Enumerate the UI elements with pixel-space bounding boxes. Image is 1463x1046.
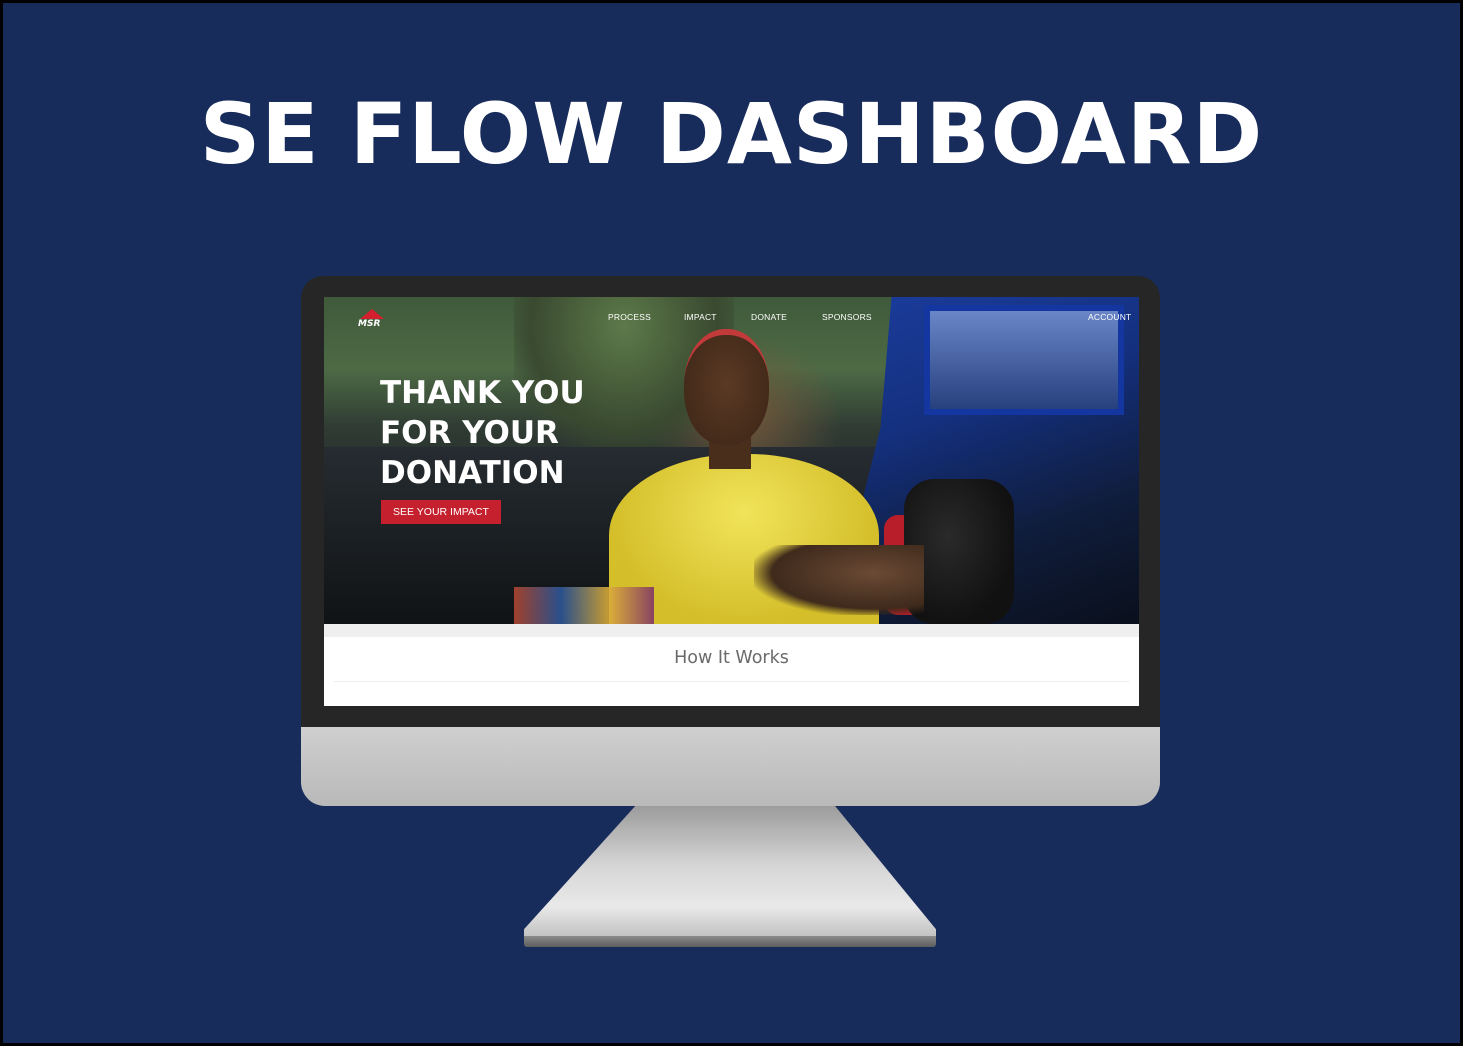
msr-logo-icon[interactable]: MSR [354,309,396,335]
nav-impact[interactable]: IMPACT [684,312,717,322]
page-title: SE FLOW DASHBOARD [199,85,1264,183]
monitor-stand-base [524,936,936,947]
nav-process[interactable]: PROCESS [608,312,651,322]
nav-sponsors[interactable]: SPONSORS [822,312,872,322]
how-it-works-heading: How It Works [674,648,789,668]
hero-section: MSR PROCESS IMPACT DONATE SPONSORS ACCOU… [324,297,1139,624]
nav-donate[interactable]: DONATE [751,312,787,322]
nav-account[interactable]: ACCOUNT [1088,312,1131,322]
see-your-impact-button[interactable]: SEE YOUR IMPACT [381,500,501,524]
logo-roof-shape [360,309,384,319]
hero-title-line: FOR YOUR [380,415,559,451]
section-rule [334,681,1129,682]
hero-photo-cloth [514,587,654,624]
logo-text: MSR [358,319,381,329]
hero-title: THANK YOU FOR YOUR DONATION [380,373,585,493]
hero-title-line: DONATION [380,455,565,491]
hero-photo-face [684,329,769,445]
hero-photo-baby [754,545,924,615]
hero-title-line: THANK YOU [380,375,585,411]
monitor-chin [301,727,1160,806]
section-divider [324,624,1139,637]
website-screen: MSR PROCESS IMPACT DONATE SPONSORS ACCOU… [324,297,1139,706]
